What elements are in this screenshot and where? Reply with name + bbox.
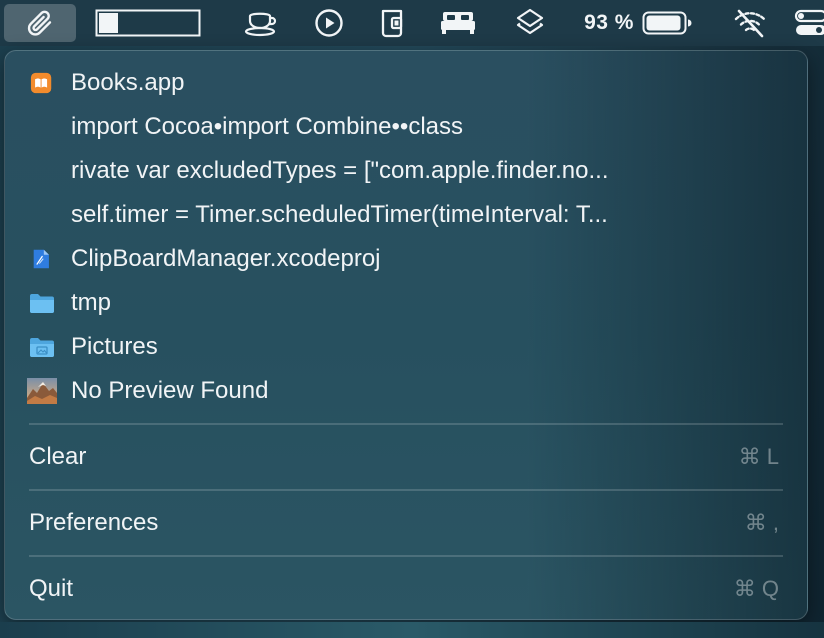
clipboard-item-text[interactable]: rivate var excludedTypes = ["com.apple.f… — [5, 151, 807, 191]
clipboard-item-label: tmp — [71, 289, 112, 316]
clipboard-item-books-app[interactable]: Books.app — [5, 63, 807, 103]
wifi-off-icon — [734, 9, 766, 38]
clipboard-item-xcodeproj[interactable]: ClipBoardManager.xcodeproj — [5, 239, 807, 279]
play-circle-icon — [315, 9, 343, 37]
play-menu-button[interactable] — [310, 4, 348, 42]
phone-tablet-icon — [381, 9, 403, 38]
battery-menu-button[interactable]: 93 % — [576, 4, 700, 42]
clipboard-item-label: import Cocoa•import Combine••class — [71, 113, 464, 140]
clipboard-item-label: ClipBoardManager.xcodeproj — [71, 245, 381, 272]
quit-menu-item[interactable]: Quit ⌘ Q — [5, 569, 807, 609]
folder-icon — [30, 294, 54, 313]
pictures-folder-icon — [30, 338, 54, 357]
layers-menu-button[interactable] — [510, 4, 550, 42]
menu-separator — [29, 555, 783, 557]
clipboard-item-image[interactable]: No Preview Found — [5, 371, 807, 411]
clipboard-item-label: self.timer = Timer.scheduledTimer(timeIn… — [71, 201, 608, 228]
books-app-icon — [30, 72, 52, 94]
clipboard-item-label: rivate var excludedTypes = ["com.apple.f… — [71, 157, 609, 184]
control-center-icon — [794, 9, 824, 35]
clear-menu-item[interactable]: Clear ⌘ L — [5, 437, 807, 477]
preferences-label: Preferences — [29, 509, 159, 536]
bed-icon — [441, 12, 475, 34]
battery-icon — [642, 11, 692, 35]
menu-separator — [29, 423, 783, 425]
control-center-button[interactable] — [790, 4, 824, 42]
paperclip-icon — [27, 10, 52, 36]
device-menu-button[interactable] — [374, 4, 410, 42]
coffee-cup-icon — [244, 12, 277, 37]
image-thumbnail-icon — [27, 378, 57, 404]
xcode-document-icon — [33, 249, 49, 269]
clipboard-item-label: Pictures — [71, 333, 158, 360]
quit-shortcut: ⌘ Q — [733, 576, 779, 601]
clipboard-item-tmp-folder[interactable]: tmp — [5, 283, 807, 323]
layers-icon — [516, 8, 544, 35]
preferences-shortcut: ⌘ , — [744, 510, 779, 535]
desktop-wallpaper — [0, 622, 824, 638]
battery-percent: 93 % — [584, 11, 634, 34]
quit-label: Quit — [29, 575, 74, 602]
wifi-menu-button[interactable] — [728, 4, 772, 42]
clipboard-item-pictures-folder[interactable]: Pictures — [5, 327, 807, 367]
sleep-menu-button[interactable] — [436, 4, 480, 42]
menu-bar: 93 % — [0, 0, 824, 46]
progress-bar — [95, 9, 201, 37]
progress-indicator[interactable] — [92, 4, 204, 42]
preferences-menu-item[interactable]: Preferences ⌘ , — [5, 503, 807, 543]
clipboard-history-menu: Books.app import Cocoa•import Combine••c… — [4, 50, 808, 620]
clipboard-item-text[interactable]: self.timer = Timer.scheduledTimer(timeIn… — [5, 195, 807, 235]
clipboard-item-label: No Preview Found — [71, 377, 269, 404]
paperclip-menu-button[interactable] — [4, 4, 76, 42]
clear-shortcut: ⌘ L — [738, 444, 779, 469]
menu-separator — [29, 489, 783, 491]
clipboard-item-label: Books.app — [71, 69, 185, 96]
coffee-menu-button[interactable] — [238, 4, 282, 42]
clipboard-item-text[interactable]: import Cocoa•import Combine••class — [5, 107, 807, 147]
clear-label: Clear — [29, 443, 87, 470]
